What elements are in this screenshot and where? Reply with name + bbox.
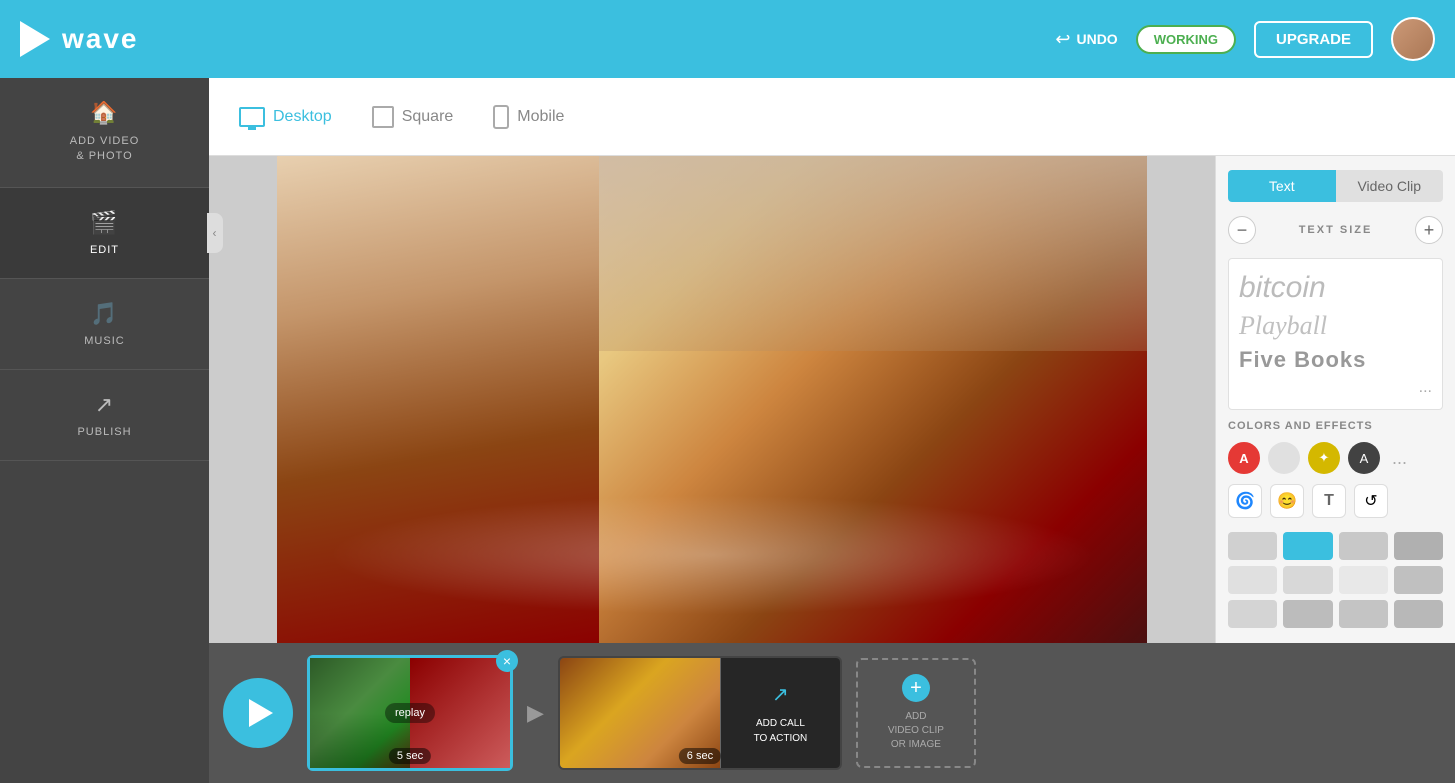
mobile-icon [493,105,509,129]
square-icon [372,106,394,128]
tab-text[interactable]: Text [1228,170,1336,202]
sidebar-item-music[interactable]: 🎵 MUSIC [0,279,209,370]
canvas-area [209,156,1215,643]
cta-label: ADD CALLTO ACTION [754,716,808,746]
music-label: MUSIC [84,335,124,347]
upgrade-button[interactable]: UPGRADE [1254,21,1373,58]
clip1-close[interactable]: × [496,650,518,672]
swatch-7[interactable] [1339,566,1388,594]
mobile-label: Mobile [517,108,564,126]
add-video-label: ADD VIDEO& PHOTO [70,134,140,165]
swatch-5[interactable] [1228,566,1277,594]
swatch-8[interactable] [1394,566,1443,594]
tab-video-clip[interactable]: Video Clip [1336,170,1444,202]
colors-more[interactable]: ... [1392,448,1407,469]
text-size-increase[interactable]: + [1415,216,1443,244]
color-dark[interactable]: A [1348,442,1380,474]
collapse-handle[interactable]: ‹ [207,213,223,253]
sidebar: 🏠 ADD VIDEO& PHOTO 🎬 EDIT ‹ 🎵 MUSIC ↗ PU… [0,78,209,783]
text-size-label: TEXT SIZE [1299,224,1373,236]
undo-button[interactable]: ↩ UNDO [1055,29,1117,50]
text-size-decrease[interactable]: − [1228,216,1256,244]
font-fivebooks[interactable]: Five Books [1239,347,1432,373]
clip1-duration: 5 sec [389,748,431,764]
font-more[interactable]: ... [1239,379,1432,397]
square-label: Square [402,108,454,126]
view-desktop[interactable]: Desktop [239,107,332,127]
swatch-active[interactable] [1283,532,1332,560]
desktop-icon [239,107,265,127]
add-plus-icon: + [902,674,930,702]
text-size-row: − TEXT SIZE + [1228,212,1443,248]
effect-face[interactable]: 😊 [1270,484,1304,518]
color-swatches [1228,532,1443,628]
clip2-duration: 6 sec [679,748,721,764]
effect-undo[interactable]: ↺ [1354,484,1388,518]
swatch-6[interactable] [1283,566,1332,594]
cta-arrow-icon: ↗ [772,680,789,710]
swatch-11[interactable] [1339,600,1388,628]
effect-text[interactable]: T [1312,484,1346,518]
play-icon [249,699,273,727]
logo-triangle-icon [20,21,50,57]
publish-icon: ↗ [95,392,114,418]
view-square[interactable]: Square [372,106,454,128]
effect-spiral[interactable]: 🌀 [1228,484,1262,518]
colors-row: A ✦ A ... [1228,442,1443,474]
sidebar-item-add-video[interactable]: 🏠 ADD VIDEO& PHOTO [0,78,209,188]
video-canvas [277,156,1147,643]
font-bitcoin[interactable]: bitcoin [1239,271,1432,305]
swatch-9[interactable] [1228,600,1277,628]
swatch-1[interactable] [1228,532,1277,560]
home-icon: 🏠 [90,100,118,126]
music-icon: 🎵 [90,301,118,327]
swatch-4[interactable] [1394,532,1443,560]
colors-section-label: COLORS AND EFFECTS [1228,420,1443,432]
play-button[interactable] [223,678,293,748]
edit-label: EDIT [90,244,119,256]
timeline: replay 5 sec × ▶ ↗ ADD CALLTO ACTION [209,643,1455,783]
logo-text: wave [62,23,139,55]
desktop-label: Desktop [273,108,332,126]
sidebar-item-edit[interactable]: 🎬 EDIT ‹ [0,188,209,279]
timeline-clip-1[interactable]: replay 5 sec × [307,655,513,771]
panel-tabs: Text Video Clip [1228,170,1443,202]
swatch-12[interactable] [1394,600,1443,628]
add-clip-label: ADD VIDEO CLIP OR IMAGE [888,710,944,752]
undo-label: UNDO [1076,31,1117,47]
font-preview-area: bitcoin Playball Five Books ... [1228,258,1443,410]
font-playball[interactable]: Playball [1239,311,1432,341]
sidebar-item-publish[interactable]: ↗ PUBLISH [0,370,209,461]
timeline-clip-2[interactable]: ↗ ADD CALLTO ACTION 6 sec [558,656,842,770]
avatar[interactable] [1391,17,1435,61]
clip1-replay: replay [385,703,435,723]
publish-label: PUBLISH [77,426,131,438]
cta-button[interactable]: ↗ ADD CALLTO ACTION [754,680,808,746]
effects-row: 🌀 😊 T ↺ [1228,484,1443,518]
add-clip-button[interactable]: + ADD VIDEO CLIP OR IMAGE [856,658,976,768]
logo-area: wave [20,21,229,57]
clip-arrow: ▶ [527,700,544,726]
swatch-3[interactable] [1339,532,1388,560]
undo-icon: ↩ [1055,29,1070,50]
right-panel: Text Video Clip − TEXT SIZE + bitcoin Pl… [1215,156,1455,643]
swatch-10[interactable] [1283,600,1332,628]
view-mobile[interactable]: Mobile [493,105,564,129]
color-gold[interactable]: ✦ [1308,442,1340,474]
color-red[interactable]: A [1228,442,1260,474]
edit-icon: 🎬 [90,210,118,236]
working-badge: WORKING [1136,25,1236,54]
color-light-gray[interactable] [1268,442,1300,474]
